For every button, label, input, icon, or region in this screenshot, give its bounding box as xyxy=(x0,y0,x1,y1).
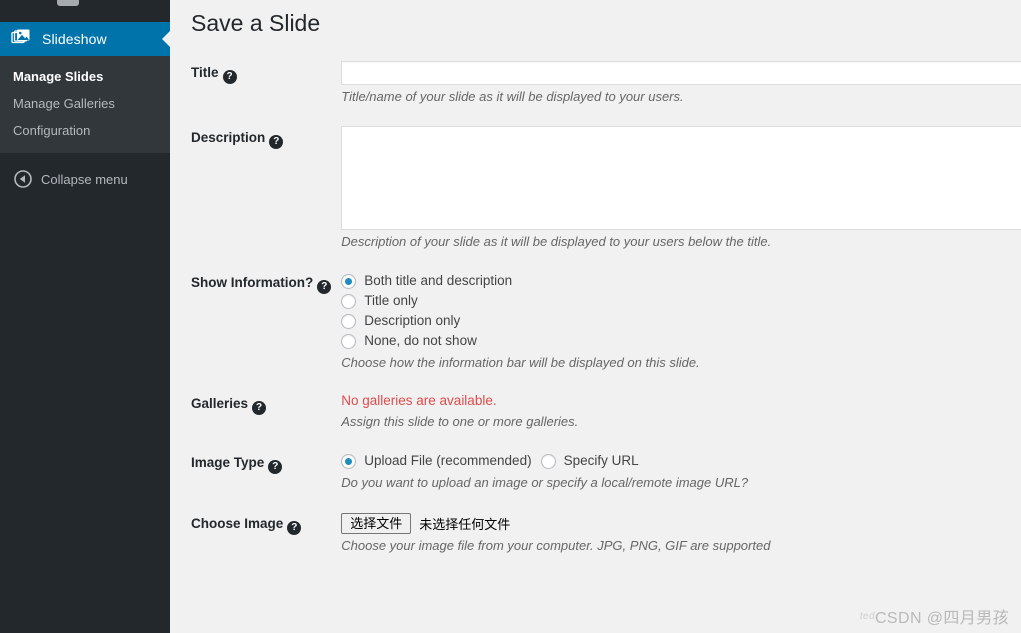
label-galleries: Galleries? xyxy=(170,382,341,441)
page-title: Save a Slide xyxy=(191,10,321,36)
help-icon-galleries[interactable]: ? xyxy=(252,401,267,415)
sidebar-item-configuration[interactable]: Configuration xyxy=(0,117,170,144)
sidebar-divider xyxy=(0,153,170,163)
help-icon-choose-image[interactable]: ? xyxy=(287,521,302,535)
file-input[interactable]: 选择文件 未选择任何文件 xyxy=(341,512,1021,534)
radio-option-description-only[interactable]: Description only xyxy=(341,311,1021,331)
show-information-description: Choose how the information bar will be d… xyxy=(341,355,700,370)
title-input[interactable] xyxy=(341,61,1021,85)
image-type-description: Do you want to upload an image or specif… xyxy=(341,475,749,490)
field-description: Description of your slide as it will be … xyxy=(341,116,1021,261)
sidebar-item-manage-slides[interactable]: Manage Slides xyxy=(0,63,170,90)
collapse-menu-label: Collapse menu xyxy=(41,171,128,187)
radio-upload-file-label: Upload File (recommended) xyxy=(364,453,532,468)
label-show-information-text: Show Information? xyxy=(191,275,314,290)
description-description: Description of your slide as it will be … xyxy=(341,234,772,249)
active-item-arrow-icon xyxy=(162,31,170,47)
sidebar-item-manage-galleries[interactable]: Manage Galleries xyxy=(0,90,170,117)
label-description-text: Description xyxy=(191,130,266,145)
description-textarea[interactable] xyxy=(341,126,1021,230)
label-choose-image: Choose Image? xyxy=(170,502,341,565)
field-title: Title/name of your slide as it will be d… xyxy=(341,51,1021,116)
collapse-menu-button[interactable]: Collapse menu xyxy=(0,163,170,195)
label-show-information: Show Information?? xyxy=(170,261,341,382)
watermark-ghost-text: ted xyxy=(859,611,875,622)
field-choose-image: 选择文件 未选择任何文件 Choose your image file from… xyxy=(341,502,1021,565)
partial-menu-icon xyxy=(57,0,79,6)
form-row-choose-image: Choose Image? 选择文件 未选择任何文件 Choose your i… xyxy=(170,502,1021,565)
label-title-text: Title xyxy=(191,65,219,80)
radio-none-label: None, do not show xyxy=(364,333,477,348)
help-icon-description[interactable]: ? xyxy=(269,135,284,149)
help-icon-title[interactable]: ? xyxy=(222,70,237,84)
help-icon-image-type[interactable]: ? xyxy=(268,460,283,474)
title-description: Title/name of your slide as it will be d… xyxy=(341,89,684,104)
radio-title-only-icon[interactable] xyxy=(341,293,357,309)
image-type-radio-group: Upload File (recommended) Specify URL xyxy=(341,451,1021,471)
form-row-show-information: Show Information?? Both title and descri… xyxy=(170,261,1021,382)
label-image-type-text: Image Type xyxy=(191,455,265,470)
radio-specify-url-label: Specify URL xyxy=(563,453,639,468)
label-galleries-text: Galleries xyxy=(191,396,249,411)
show-information-radio-group: Both title and description Title only De… xyxy=(341,271,1021,351)
sidebar-item-slideshow[interactable]: Slideshow xyxy=(0,22,170,56)
form-row-description: Description? Description of your slide a… xyxy=(170,116,1021,261)
label-title: Title? xyxy=(170,51,341,116)
sidebar-item-slideshow-label: Slideshow xyxy=(42,31,107,47)
sidebar-submenu: Manage Slides Manage Galleries Configura… xyxy=(0,56,170,153)
watermark: tedCSDN @四月男孩 xyxy=(860,604,1009,628)
watermark-text: CSDN @四月男孩 xyxy=(874,610,1009,627)
field-show-information: Both title and description Title only De… xyxy=(341,261,1021,382)
radio-option-none[interactable]: None, do not show xyxy=(341,331,1021,351)
galleries-error-message: No galleries are available. xyxy=(341,393,497,408)
radio-option-specify-url[interactable]: Specify URL xyxy=(540,451,639,471)
form-row-galleries: Galleries? No galleries are available. A… xyxy=(170,382,1021,441)
radio-title-only-label: Title only xyxy=(364,293,418,308)
radio-both-icon[interactable] xyxy=(341,273,357,289)
selected-file-name: 未选择任何文件 xyxy=(419,516,511,532)
main-content: Save a Slide Title? Title/name of your s… xyxy=(170,0,1021,633)
radio-option-both[interactable]: Both title and description xyxy=(341,271,1021,291)
radio-specify-url-icon[interactable] xyxy=(540,453,556,469)
radio-description-only-icon[interactable] xyxy=(341,313,357,329)
label-image-type: Image Type? xyxy=(170,441,341,502)
images-stack-icon xyxy=(11,28,33,50)
label-choose-image-text: Choose Image xyxy=(191,516,284,531)
radio-option-upload-file[interactable]: Upload File (recommended) xyxy=(341,451,532,471)
radio-upload-file-icon[interactable] xyxy=(341,453,357,469)
form-row-image-type: Image Type? Upload File (recommended) Sp… xyxy=(170,441,1021,502)
radio-both-label: Both title and description xyxy=(364,273,513,288)
galleries-description: Assign this slide to one or more galleri… xyxy=(341,414,579,429)
choose-image-description: Choose your image file from your compute… xyxy=(341,538,771,553)
admin-sidebar: Slideshow Manage Slides Manage Galleries… xyxy=(0,0,170,633)
sidebar-previous-menu-stub xyxy=(0,0,170,22)
help-icon-show-information[interactable]: ? xyxy=(317,280,332,294)
choose-file-button[interactable]: 选择文件 xyxy=(341,512,412,534)
radio-description-only-label: Description only xyxy=(364,313,461,328)
collapse-left-arrow-icon xyxy=(14,170,32,188)
sidebar-filler xyxy=(0,195,170,633)
app-screen: Slideshow Manage Slides Manage Galleries… xyxy=(0,0,1021,633)
field-image-type: Upload File (recommended) Specify URL Do… xyxy=(341,441,1021,502)
field-galleries: No galleries are available. Assign this … xyxy=(341,382,1021,441)
form-row-title: Title? Title/name of your slide as it wi… xyxy=(170,51,1021,116)
slide-form: Title? Title/name of your slide as it wi… xyxy=(170,51,1021,565)
radio-none-icon[interactable] xyxy=(341,333,357,349)
label-description: Description? xyxy=(170,116,341,261)
radio-option-title-only[interactable]: Title only xyxy=(341,291,1021,311)
